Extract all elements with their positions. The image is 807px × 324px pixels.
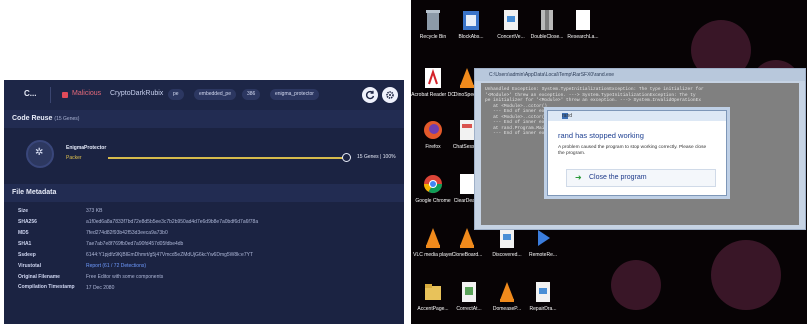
chrome-icon <box>422 172 444 196</box>
metadata-value: Free Editor with some components <box>86 274 164 280</box>
gene-family-name: EnigmaProtector <box>66 145 107 151</box>
file-metadata-title: File Metadata <box>12 189 57 196</box>
image-file-icon <box>458 280 480 304</box>
dialog-heading: rand has stopped working <box>558 131 644 140</box>
archive-icon <box>536 8 558 32</box>
arrow-right-icon: ➜ <box>575 173 582 182</box>
metadata-key: Original Filename <box>18 274 60 280</box>
metadata-value[interactable]: 7ae7ab7e8f769fb0ed7a90fd457d05fdbe4db <box>86 241 183 247</box>
desktop-icon-label: BlockAbs... <box>458 34 484 40</box>
console-line: Unhandled Exception: System.TypeInitiali… <box>485 87 704 92</box>
desktop-icon-file[interactable]: RepairDra... <box>521 280 565 312</box>
code-reuse-count: (15 Genes) <box>54 116 80 122</box>
malware-report-panel: C... Malicious CryptoDarkRubix pe embedd… <box>4 80 404 324</box>
metadata-row-virustotal: Virustotal Report (61 / 72 Detections) <box>4 261 404 272</box>
metadata-row-original-filename: Original Filename Free Editor with some … <box>4 272 404 283</box>
vlc-cone-icon <box>422 226 444 250</box>
metadata-value[interactable]: 7fed274d82f93b42f53d3eeca9a73b0 <box>86 230 168 236</box>
report-header: C... Malicious CryptoDarkRubix pe embedd… <box>4 80 404 110</box>
firefox-icon <box>422 118 444 142</box>
metadata-key: Size <box>18 208 29 214</box>
metadata-key: SHA256 <box>18 219 37 225</box>
metadata-value: 373 KB <box>86 208 103 214</box>
metadata-row-size: Size 373 KB <box>4 206 404 217</box>
metadata-value[interactable]: a1f0ed6a8a7833f7bd72e8d5b5ee3c7b2b950ad4… <box>86 219 258 225</box>
tag-enigma-protector[interactable]: enigma_protector <box>270 89 319 100</box>
settings-button[interactable] <box>382 87 398 103</box>
metadata-value[interactable]: 6144:Y1pjdfz9KjBIEmDhmrt/g5j47Vmcd5eZMdU… <box>86 252 253 258</box>
code-reuse-title: Code Reuse <box>12 115 53 122</box>
recycle-bin-icon <box>422 8 444 32</box>
file-metadata-table: Size 373 KB SHA256 a1f0ed6a8a7833f7bd72e… <box>4 206 404 297</box>
wallpaper-bokeh <box>711 240 781 310</box>
error-dialog: rand rand has stopped working A problem … <box>547 110 727 196</box>
console-titlebar[interactable]: C:\Users\admin\AppData\Local\Temp\RarSFX… <box>475 69 805 81</box>
refresh-icon <box>365 90 375 100</box>
gene-family-icon: ✲ <box>26 140 54 168</box>
blank-document-icon <box>572 8 594 32</box>
desktop-icon-vlc[interactable]: CloneBoard... <box>445 226 489 258</box>
sandbox-desktop-screenshot: Recycle Bin BlockAbs... ConcertVe... Dou… <box>411 0 807 324</box>
tag-pe[interactable]: pe <box>168 89 184 100</box>
acrobat-icon <box>422 66 444 90</box>
desktop-icon-label: ResearchLa... <box>567 34 599 40</box>
file-name: CryptoDarkRubix <box>110 90 164 97</box>
reuse-progress-end <box>342 153 351 162</box>
tag-embedded-pe[interactable]: embedded_pe <box>194 89 236 100</box>
metadata-row-compilation-timestamp: Compilation Timestamp 17 Dec 2080 <box>4 283 404 297</box>
desktop-icon-label: CloneBoard... <box>451 252 483 258</box>
refresh-button[interactable] <box>362 87 378 103</box>
desktop-icon-file[interactable]: BlockAbs... <box>449 8 493 40</box>
metadata-key: Compilation Timestamp <box>18 284 75 290</box>
metadata-value: 17 Dec 2080 <box>86 285 115 291</box>
verdict-label: Malicious <box>72 90 102 97</box>
metadata-row-ssdeep: Ssdeep 6144:Y1pjdfz9KjBIEmDhmrt/g5j47Vmc… <box>4 250 404 261</box>
code-reuse-header: Code Reuse (15 Genes) <box>4 110 404 128</box>
tag-386[interactable]: 386 <box>242 89 261 100</box>
desktop-icon-label: RepairDra... <box>529 306 557 312</box>
console-title: C:\Users\admin\AppData\Local\Temp\RarSFX… <box>489 72 615 78</box>
reuse-progress-bar <box>108 157 344 159</box>
code-reuse-item[interactable]: ✲ EnigmaProtector Packer 15 Genes | 100% <box>18 132 400 180</box>
close-program-label: Close the program <box>589 174 647 181</box>
metadata-row-sha1: SHA1 7ae7ab7e8f769fb0ed7a90fd457d05fdbe4… <box>4 239 404 250</box>
close-program-button[interactable]: ➜ Close the program <box>566 169 716 187</box>
document-icon <box>532 280 554 304</box>
folder-icon <box>422 280 444 304</box>
console-line: pe initializer for '<Module>' threw an e… <box>485 98 702 103</box>
file-icon <box>460 8 482 32</box>
metadata-row-md5: MD5 7fed274d82f93b42f53d3eeca9a73b0 <box>4 228 404 239</box>
virustotal-report-link[interactable]: Report (61 / 72 Detections) <box>86 263 146 269</box>
desktop-icon-file[interactable]: ResearchLa... <box>561 8 605 40</box>
divider <box>50 87 51 103</box>
malicious-icon <box>62 92 68 98</box>
dialog-title: rand <box>562 113 573 119</box>
reuse-value-label: 15 Genes | 100% <box>357 154 396 160</box>
metadata-key: Ssdeep <box>18 252 36 258</box>
metadata-row-sha256: SHA256 a1f0ed6a8a7833f7bd72e8d5b5ee3c7b2… <box>4 217 404 228</box>
metadata-key: SHA1 <box>18 241 32 247</box>
back-link[interactable]: C... <box>24 89 36 98</box>
dialog-titlebar[interactable]: rand <box>548 111 726 121</box>
desktop-icon-label: RemoteRe... <box>528 252 558 258</box>
metadata-key: MD5 <box>18 230 29 236</box>
gene-family-type: Packer <box>66 155 82 161</box>
dialog-message: A problem caused the program to stop wor… <box>558 145 707 156</box>
document-icon <box>500 8 522 32</box>
desktop-icon-media[interactable]: RemoteRe... <box>521 226 565 258</box>
vlc-cone-icon <box>496 280 518 304</box>
metadata-key: Virustotal <box>18 263 41 269</box>
file-metadata-header: File Metadata <box>4 184 404 202</box>
gear-icon <box>386 91 394 99</box>
wallpaper-bokeh <box>611 260 661 310</box>
